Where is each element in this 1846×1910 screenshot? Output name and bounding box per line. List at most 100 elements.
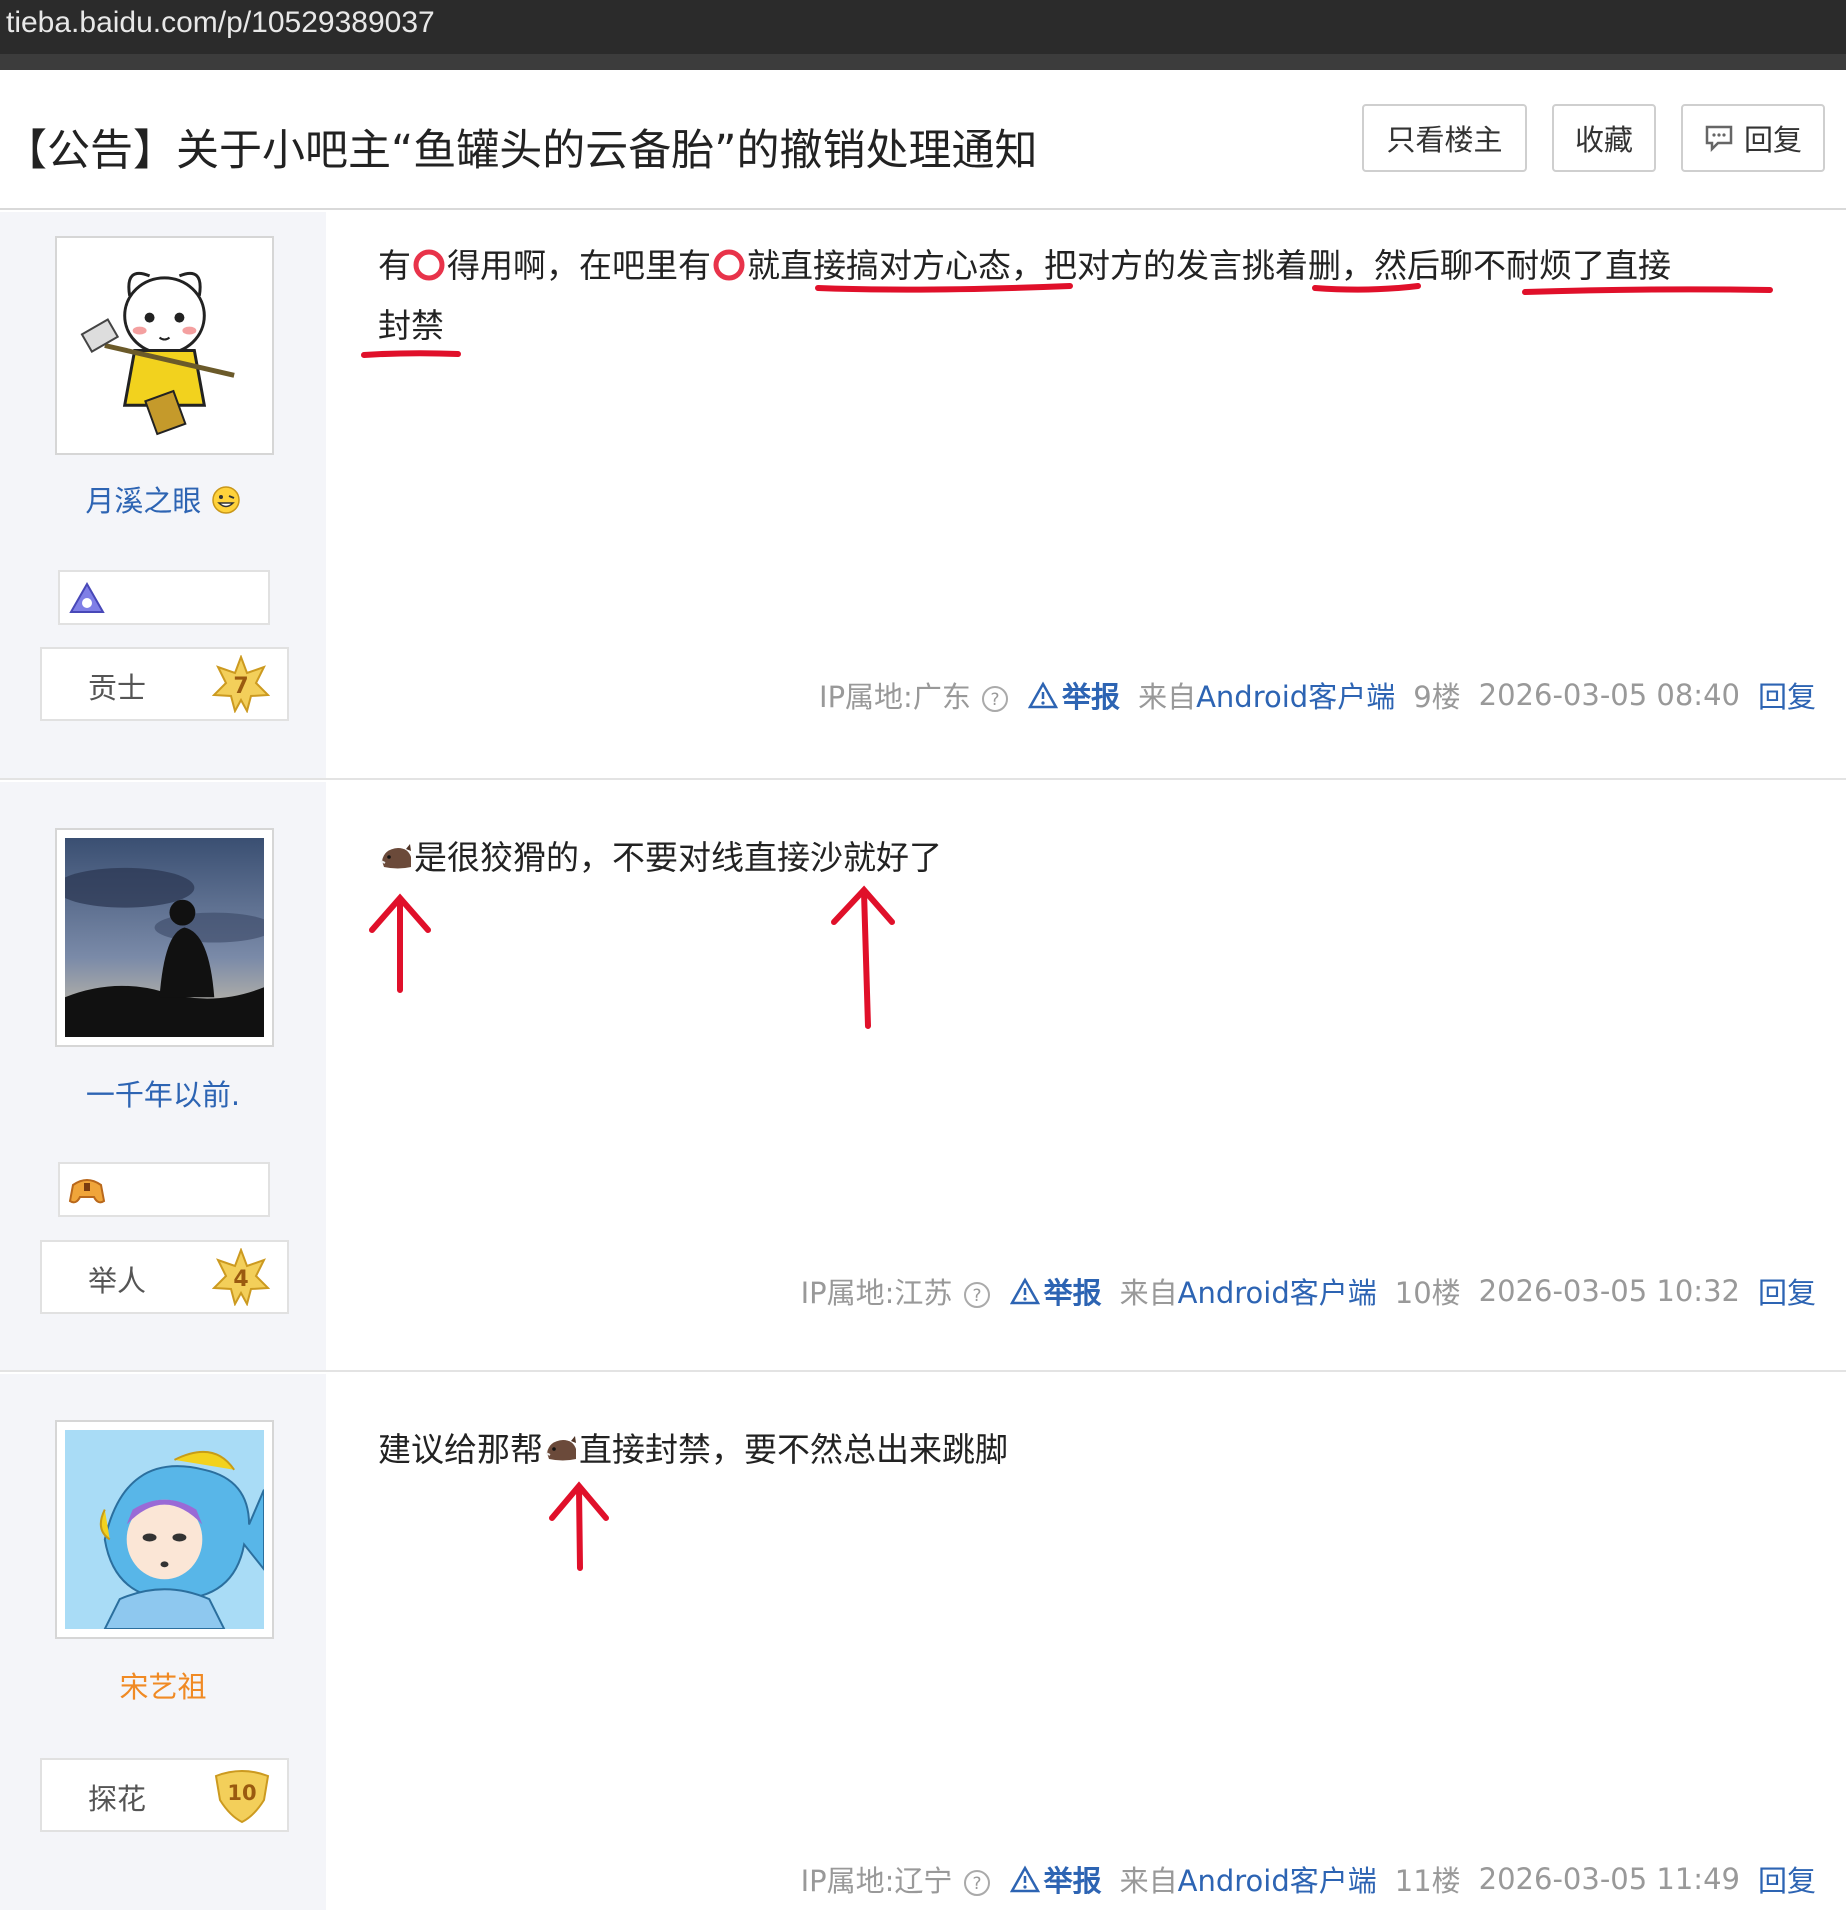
content-text-a: 有	[378, 246, 411, 285]
avatar-cartoon-image	[65, 246, 264, 445]
post-time: 2026-03-05 11:49	[1478, 1862, 1740, 1896]
reply-link[interactable]: 回复	[1758, 1270, 1816, 1312]
floor-number: 9楼	[1413, 680, 1461, 714]
author-sidebar: 一千年以前. 举人 4	[0, 782, 326, 1370]
client-source: 来自Android客户端	[1138, 680, 1396, 714]
report-link[interactable]: 举报	[1009, 1270, 1102, 1312]
ip-text: IP属地:辽宁	[800, 1864, 953, 1898]
report-text: 举报	[1043, 1276, 1102, 1310]
post-time: 2026-03-05 10:32	[1478, 1274, 1740, 1308]
honor-icon-box	[58, 1162, 270, 1217]
content-text-a: 建议给那帮	[378, 1430, 543, 1469]
level-box[interactable]: 贡士 7	[40, 647, 289, 721]
client-link[interactable]: Android客户端	[1178, 1864, 1377, 1898]
url-text[interactable]: tieba.baidu.com/p/10529389037	[6, 6, 435, 40]
grin-emoji-icon	[211, 486, 240, 514]
content-line-1: 有得用啊，在吧里有 就直接搞对方心态，把对方的发言挑着删，然后聊不耐烦了直接	[378, 236, 1798, 296]
client-link[interactable]: Android客户端	[1196, 680, 1395, 714]
ip-location: IP属地:江苏 ?	[801, 1270, 992, 1312]
content-text-b: 直接封禁，要不然总出来跳脚	[579, 1430, 1008, 1469]
comment-icon	[1705, 125, 1733, 152]
post-tail: IP属地:辽宁 ? 举报 来自Android客户端 11楼 2026-03-05…	[801, 1858, 1816, 1900]
floor-number: 11楼	[1394, 1864, 1461, 1898]
floor-number: 10楼	[1394, 1276, 1461, 1310]
report-text: 举报	[1062, 680, 1121, 714]
client-source: 来自Android客户端	[1119, 1864, 1377, 1898]
post-floor-10: 一千年以前. 举人 4 是很狡猾的，不要对线直接沙就好了 IP属地:江苏 ? 举…	[0, 782, 1846, 1372]
favorite-button[interactable]: 收藏	[1552, 104, 1656, 172]
username-text[interactable]: 月溪之眼	[85, 484, 201, 518]
post-floor-9: 月溪之眼 贡士 7 有得用啊，在吧里有 就直接搞对方心态，把对方的发言挑着删，然后…	[0, 212, 1846, 780]
avatar[interactable]	[55, 236, 274, 455]
level-shield-icon: 10	[214, 1770, 270, 1824]
username[interactable]: 月溪之眼	[0, 478, 326, 520]
svg-text:?: ?	[991, 690, 1000, 710]
ip-location: IP属地:辽宁 ?	[801, 1858, 992, 1900]
level-number: 4	[233, 1267, 248, 1292]
post-time: 2026-03-05 08:40	[1478, 678, 1740, 712]
ip-text: IP属地:广东	[819, 680, 971, 714]
content-text: 是很狡猾的，不要对线直接沙就好了	[414, 838, 942, 877]
browser-url-bar[interactable]: tieba.baidu.com/p/10529389037	[0, 0, 1846, 70]
level-name: 举人	[88, 1264, 147, 1298]
ip-text: IP属地:江苏	[800, 1276, 953, 1310]
author-sidebar: 宋艺祖 探花 10	[0, 1374, 326, 1910]
gamepad-badge-icon[interactable]	[68, 1173, 106, 1207]
content-text-b: 得用啊，在吧里有	[447, 246, 711, 285]
author-sidebar: 月溪之眼 贡士 7	[0, 212, 326, 778]
level-name: 贡士	[88, 671, 147, 705]
ip-location: IP属地:广东 ?	[819, 674, 1010, 716]
level-name: 探花	[88, 1782, 147, 1816]
content-text-c: 就直接搞对方心态，把对方的发言挑着删，然后聊不耐烦了直接	[747, 246, 1671, 285]
post-content: 有得用啊，在吧里有 就直接搞对方心态，把对方的发言挑着删，然后聊不耐烦了直接 封禁	[378, 236, 1798, 356]
honor-icon-box	[58, 570, 270, 625]
post-content: 建议给那帮 直接封禁，要不然总出来跳脚	[378, 1420, 1798, 1480]
report-link[interactable]: 举报	[1028, 674, 1120, 716]
level-number: 7	[233, 674, 248, 699]
report-link[interactable]: 举报	[1009, 1858, 1102, 1900]
ring-emoji-icon	[713, 249, 745, 281]
warning-icon	[1009, 1277, 1040, 1305]
username-text[interactable]: 宋艺祖	[119, 1670, 206, 1704]
svg-text:?: ?	[972, 1874, 981, 1894]
content-line-2: 封禁	[378, 306, 444, 345]
level-box[interactable]: 举人 4	[40, 1240, 289, 1314]
level-number: 10	[227, 1781, 256, 1805]
report-text: 举报	[1043, 1864, 1102, 1898]
username[interactable]: 一千年以前.	[0, 1072, 326, 1114]
warning-icon	[1028, 681, 1059, 709]
post-floor-11: 宋艺祖 探花 10 建议给那帮 直接封禁，要不然总出来跳脚 IP属地:辽宁 ? 举…	[0, 1374, 1846, 1910]
boar-emoji-icon	[545, 1436, 576, 1461]
only-op-button[interactable]: 只看楼主	[1362, 104, 1527, 172]
username-text[interactable]: 一千年以前.	[86, 1078, 240, 1112]
level-star-icon: 4	[212, 1248, 270, 1306]
reply-link[interactable]: 回复	[1758, 1858, 1816, 1900]
thread-header: 【公告】关于小吧主“鱼罐头的云备胎”的撤销处理通知 只看楼主 收藏 回复	[0, 70, 1846, 210]
level-star-icon: 7	[212, 655, 270, 713]
reply-link[interactable]: 回复	[1758, 674, 1816, 716]
avatar[interactable]	[55, 828, 274, 1047]
post-tail: IP属地:广东 ? 举报 来自Android客户端 9楼 2026-03-05 …	[819, 674, 1816, 716]
client-link[interactable]: Android客户端	[1178, 1276, 1377, 1310]
warning-icon	[1009, 1865, 1040, 1893]
avatar-fish-costume-image	[65, 1430, 264, 1629]
question-icon[interactable]: ?	[962, 1868, 992, 1898]
triangle-badge-icon[interactable]	[68, 581, 106, 615]
client-source: 来自Android客户端	[1119, 1276, 1377, 1310]
post-content: 是很狡猾的，不要对线直接沙就好了	[378, 828, 1798, 888]
thread-title: 【公告】关于小吧主“鱼罐头的云备胎”的撤销处理通知	[4, 126, 1038, 176]
ring-emoji-icon	[413, 249, 445, 281]
question-icon[interactable]: ?	[962, 1280, 992, 1310]
only-op-label: 只看楼主	[1386, 123, 1503, 157]
reply-thread-button[interactable]: 回复	[1681, 104, 1825, 172]
avatar-silhouette-image	[65, 838, 264, 1037]
svg-text:?: ?	[972, 1286, 981, 1306]
tab-strip	[0, 54, 1846, 70]
favorite-label: 收藏	[1574, 123, 1633, 157]
avatar[interactable]	[55, 1420, 274, 1639]
reply-thread-label: 回复	[1743, 123, 1802, 157]
username[interactable]: 宋艺祖	[0, 1664, 326, 1706]
level-box[interactable]: 探花 10	[40, 1758, 289, 1832]
post-tail: IP属地:江苏 ? 举报 来自Android客户端 10楼 2026-03-05…	[801, 1270, 1816, 1312]
question-icon[interactable]: ?	[980, 684, 1010, 714]
